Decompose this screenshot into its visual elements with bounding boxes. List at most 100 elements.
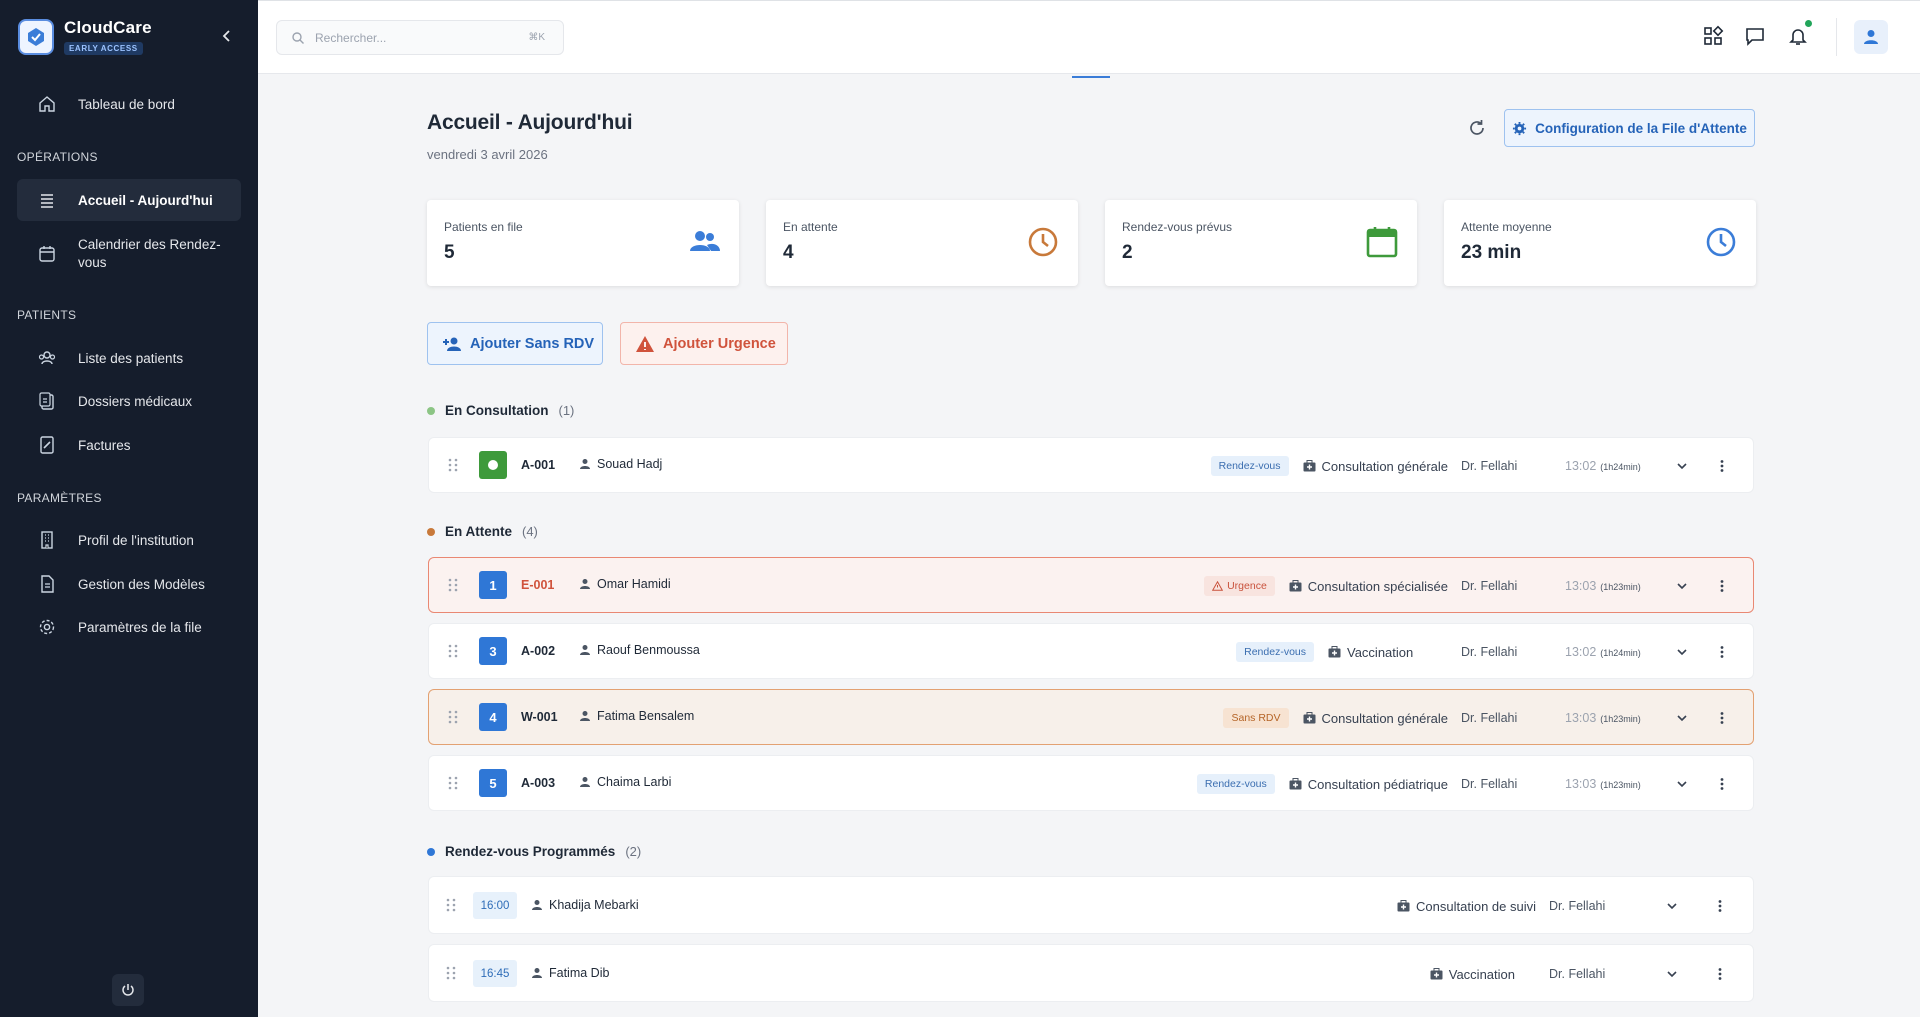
more-options-icon[interactable] xyxy=(1713,967,1727,981)
drag-handle-icon[interactable] xyxy=(445,897,457,913)
collapse-sidebar-icon[interactable] xyxy=(219,28,235,44)
status-dot xyxy=(427,847,435,856)
queue-row[interactable]: 5 A-003 Chaima Larbi Rendez-vous Consult… xyxy=(428,755,1754,811)
stat-value: 4 xyxy=(783,242,794,263)
stat-label: Attente moyenne xyxy=(1461,220,1552,234)
sidebar-item-template-management[interactable]: Gestion des Modèles xyxy=(17,565,241,603)
user-icon xyxy=(1864,30,1878,44)
service-name: Vaccination xyxy=(1347,644,1414,660)
stat-card-patients-in-queue: Patients en file 5 xyxy=(427,200,739,286)
sidebar-item-invoices[interactable]: Factures xyxy=(17,426,241,464)
patient: Fatima Dib xyxy=(531,966,609,980)
section-waiting: En Attente (4) xyxy=(427,524,538,539)
gear-icon xyxy=(1513,121,1527,135)
status-dot xyxy=(427,527,435,536)
clipboard-icon xyxy=(39,392,54,410)
topbar: Rechercher... ⌘K xyxy=(258,0,1920,74)
search-shortcut: ⌘K xyxy=(528,32,545,43)
more-options-icon[interactable] xyxy=(1715,579,1729,593)
doctor: Dr. Fellahi xyxy=(1549,899,1606,913)
more-options-icon[interactable] xyxy=(1715,645,1729,659)
sidebar-item-patient-list[interactable]: Liste des patients xyxy=(17,339,241,377)
drag-handle-icon[interactable] xyxy=(447,775,459,791)
drag-handle-icon[interactable] xyxy=(447,457,459,473)
patient-name: Raouf Benmoussa xyxy=(597,643,700,657)
row-details: Consultation de suivi Dr. Fellahi xyxy=(1397,877,1753,935)
drag-handle-icon[interactable] xyxy=(445,965,457,981)
sidebar-item-reception-today[interactable]: Accueil - Aujourd'hui xyxy=(17,179,241,221)
type-badge-label: Urgence xyxy=(1227,580,1267,592)
sidebar-item-medical-records[interactable]: Dossiers médicaux xyxy=(17,382,241,420)
tab-indicator xyxy=(1072,76,1110,78)
time-value: 13:02 xyxy=(1565,645,1597,659)
stat-label: Patients en file xyxy=(444,220,523,234)
sidebar-item-institution-profile[interactable]: Profil de l'institution xyxy=(17,521,241,559)
more-options-icon[interactable] xyxy=(1715,459,1729,473)
brand[interactable]: CloudCare EARLY ACCESS xyxy=(18,18,152,56)
refresh-icon[interactable] xyxy=(1466,117,1488,139)
sidebar-item-queue-settings[interactable]: Paramètres de la file xyxy=(17,608,241,646)
add-emergency-button[interactable]: Ajouter Urgence xyxy=(620,322,788,365)
stat-value: 5 xyxy=(444,242,455,263)
chevron-down-icon[interactable] xyxy=(1675,579,1689,593)
arrival-time: 13:02 (1h24min) xyxy=(1565,459,1675,473)
chevron-down-icon[interactable] xyxy=(1675,777,1689,791)
queue-row[interactable]: A-001 Souad Hadj Rendez-vous Consultatio… xyxy=(428,437,1754,493)
add-walkin-button[interactable]: Ajouter Sans RDV xyxy=(427,322,603,365)
ticket-code: E-001 xyxy=(521,578,555,592)
messages-icon[interactable] xyxy=(1744,25,1766,47)
person-icon xyxy=(532,968,542,978)
type-badge: Rendez-vous xyxy=(1210,456,1289,476)
drag-handle-icon[interactable] xyxy=(447,577,459,593)
queue-row[interactable]: 3 A-002 Raouf Benmoussa Rendez-vous Vacc… xyxy=(428,623,1754,679)
chevron-down-icon[interactable] xyxy=(1665,967,1679,981)
chevron-down-icon[interactable] xyxy=(1675,711,1689,725)
row-details: Rendez-vous Vaccination Dr. Fellahi 13:0… xyxy=(1236,624,1753,680)
sidebar-item-label: Dossiers médicaux xyxy=(78,393,193,409)
sidebar-item-label: Profil de l'institution xyxy=(78,532,194,548)
section-count: (4) xyxy=(522,524,538,539)
queue-config-button[interactable]: Configuration de la File d'Attente xyxy=(1504,109,1755,147)
type-badge: Urgence xyxy=(1204,576,1275,596)
more-options-icon[interactable] xyxy=(1713,899,1727,913)
scheduled-row[interactable]: 16:45 Fatima Dib Vaccination Dr. Fellahi xyxy=(428,944,1754,1002)
patient: Chaima Larbi xyxy=(579,775,671,789)
notifications-bell-icon[interactable] xyxy=(1787,25,1809,47)
scheduled-row[interactable]: 16:00 Khadija Mebarki Consultation de su… xyxy=(428,876,1754,934)
stat-value: 2 xyxy=(1122,242,1133,263)
section-patients: PATIENTS xyxy=(17,308,77,322)
chevron-down-icon[interactable] xyxy=(1665,899,1679,913)
ticket-code: A-002 xyxy=(521,644,556,658)
queue-row[interactable]: 1 E-001 Omar Hamidi Urgence Consultation… xyxy=(428,557,1754,613)
sidebar-item-appointments-calendar[interactable]: Calendrier des Rendez-vous xyxy=(17,230,241,278)
add-person-icon xyxy=(443,337,461,351)
queue-row[interactable]: 4 W-001 Fatima Bensalem Sans RDV Consult… xyxy=(428,689,1754,745)
search-input[interactable]: Rechercher... ⌘K xyxy=(276,20,564,55)
row-details: Urgence Consultation spécialisée Dr. Fel… xyxy=(1204,558,1753,614)
stat-card-waiting: En attente 4 xyxy=(766,200,1078,286)
sidebar-item-dashboard[interactable]: Tableau de bord xyxy=(17,85,241,123)
arrival-time: 13:03 (1h23min) xyxy=(1565,711,1675,725)
more-options-icon[interactable] xyxy=(1715,777,1729,791)
more-options-icon[interactable] xyxy=(1715,711,1729,725)
logout-button[interactable] xyxy=(112,974,144,1006)
apps-grid-icon[interactable] xyxy=(1702,25,1724,47)
medical-kit-icon xyxy=(1430,968,1443,980)
sidebar-item-label: Liste des patients xyxy=(78,350,184,366)
chevron-down-icon[interactable] xyxy=(1675,459,1689,473)
wait-duration: (1h23min) xyxy=(1600,714,1641,724)
ticket-code: A-001 xyxy=(521,458,556,472)
time-value: 13:03 xyxy=(1565,711,1597,725)
section-title: Rendez-vous Programmés xyxy=(445,844,616,859)
doctor: Dr. Fellahi xyxy=(1461,579,1518,593)
chevron-down-icon[interactable] xyxy=(1675,645,1689,659)
sidebar-item-label: Paramètres de la file xyxy=(78,619,202,635)
drag-handle-icon[interactable] xyxy=(447,643,459,659)
row-details: Vaccination Dr. Fellahi xyxy=(1430,945,1753,1003)
person-icon xyxy=(580,579,590,589)
user-avatar[interactable] xyxy=(1854,20,1888,54)
drag-handle-icon[interactable] xyxy=(447,709,459,725)
stat-value: 23 min xyxy=(1461,242,1522,263)
medical-kit-icon xyxy=(1397,900,1410,912)
person-icon xyxy=(580,459,590,469)
